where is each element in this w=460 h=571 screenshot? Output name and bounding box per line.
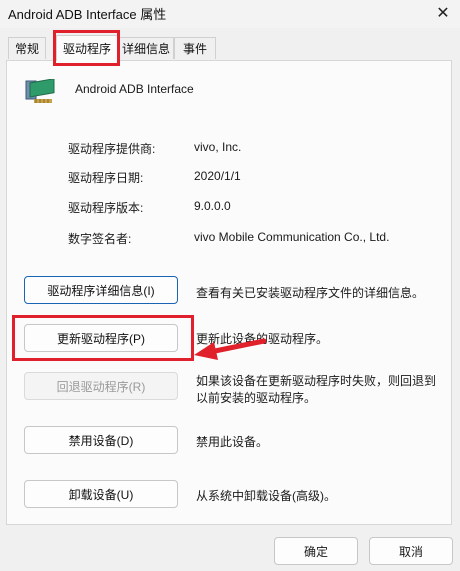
version-label: 驱动程序版本: bbox=[68, 201, 144, 215]
rollback-description-line-2: 以前安装的驱动程序。 bbox=[196, 391, 317, 405]
signer-value: vivo Mobile Communication Co., Ltd. bbox=[194, 230, 390, 244]
tab-strip: 常规 驱动程序 详细信息 事件 bbox=[0, 35, 460, 61]
uninstall-device-button[interactable]: 卸载设备(U) bbox=[24, 480, 178, 508]
window-title: Android ADB Interface 属性 bbox=[8, 7, 167, 22]
network-adapter-icon bbox=[25, 79, 55, 103]
tab-events[interactable]: 事件 bbox=[174, 37, 216, 59]
driver-details-button[interactable]: 驱动程序详细信息(I) bbox=[24, 276, 178, 304]
disable-device-description: 禁用此设备。 bbox=[196, 435, 269, 449]
tab-driver[interactable]: 驱动程序 bbox=[56, 35, 118, 61]
title-bar: Android ADB Interface 属性 ✕ bbox=[0, 0, 460, 28]
date-value: 2020/1/1 bbox=[194, 169, 241, 183]
ok-button[interactable]: 确定 bbox=[274, 537, 358, 565]
provider-label: 驱动程序提供商: bbox=[68, 142, 156, 156]
signer-label: 数字签名者: bbox=[68, 232, 132, 246]
disable-device-button[interactable]: 禁用设备(D) bbox=[24, 426, 178, 454]
cancel-button[interactable]: 取消 bbox=[369, 537, 453, 565]
uninstall-device-description: 从系统中卸载设备(高级)。 bbox=[196, 489, 336, 503]
version-value: 9.0.0.0 bbox=[194, 199, 231, 213]
rollback-driver-button[interactable]: 回退驱动程序(R) bbox=[24, 372, 178, 400]
update-driver-button[interactable]: 更新驱动程序(P) bbox=[24, 324, 178, 352]
date-label: 驱动程序日期: bbox=[68, 171, 144, 185]
close-icon[interactable]: ✕ bbox=[426, 0, 460, 26]
tab-details[interactable]: 详细信息 bbox=[118, 37, 174, 59]
annotation-arrow-icon bbox=[194, 338, 266, 360]
device-name: Android ADB Interface bbox=[75, 82, 194, 96]
driver-details-description: 查看有关已安装驱动程序文件的详细信息。 bbox=[196, 286, 425, 300]
rollback-description-line-1: 如果该设备在更新驱动程序时失败，则回退到 bbox=[196, 374, 437, 388]
provider-value: vivo, Inc. bbox=[194, 140, 242, 154]
tab-general[interactable]: 常规 bbox=[8, 37, 46, 59]
rollback-driver-description: 如果该设备在更新驱动程序时失败，则回退到 以前安装的驱动程序。 bbox=[196, 373, 436, 407]
